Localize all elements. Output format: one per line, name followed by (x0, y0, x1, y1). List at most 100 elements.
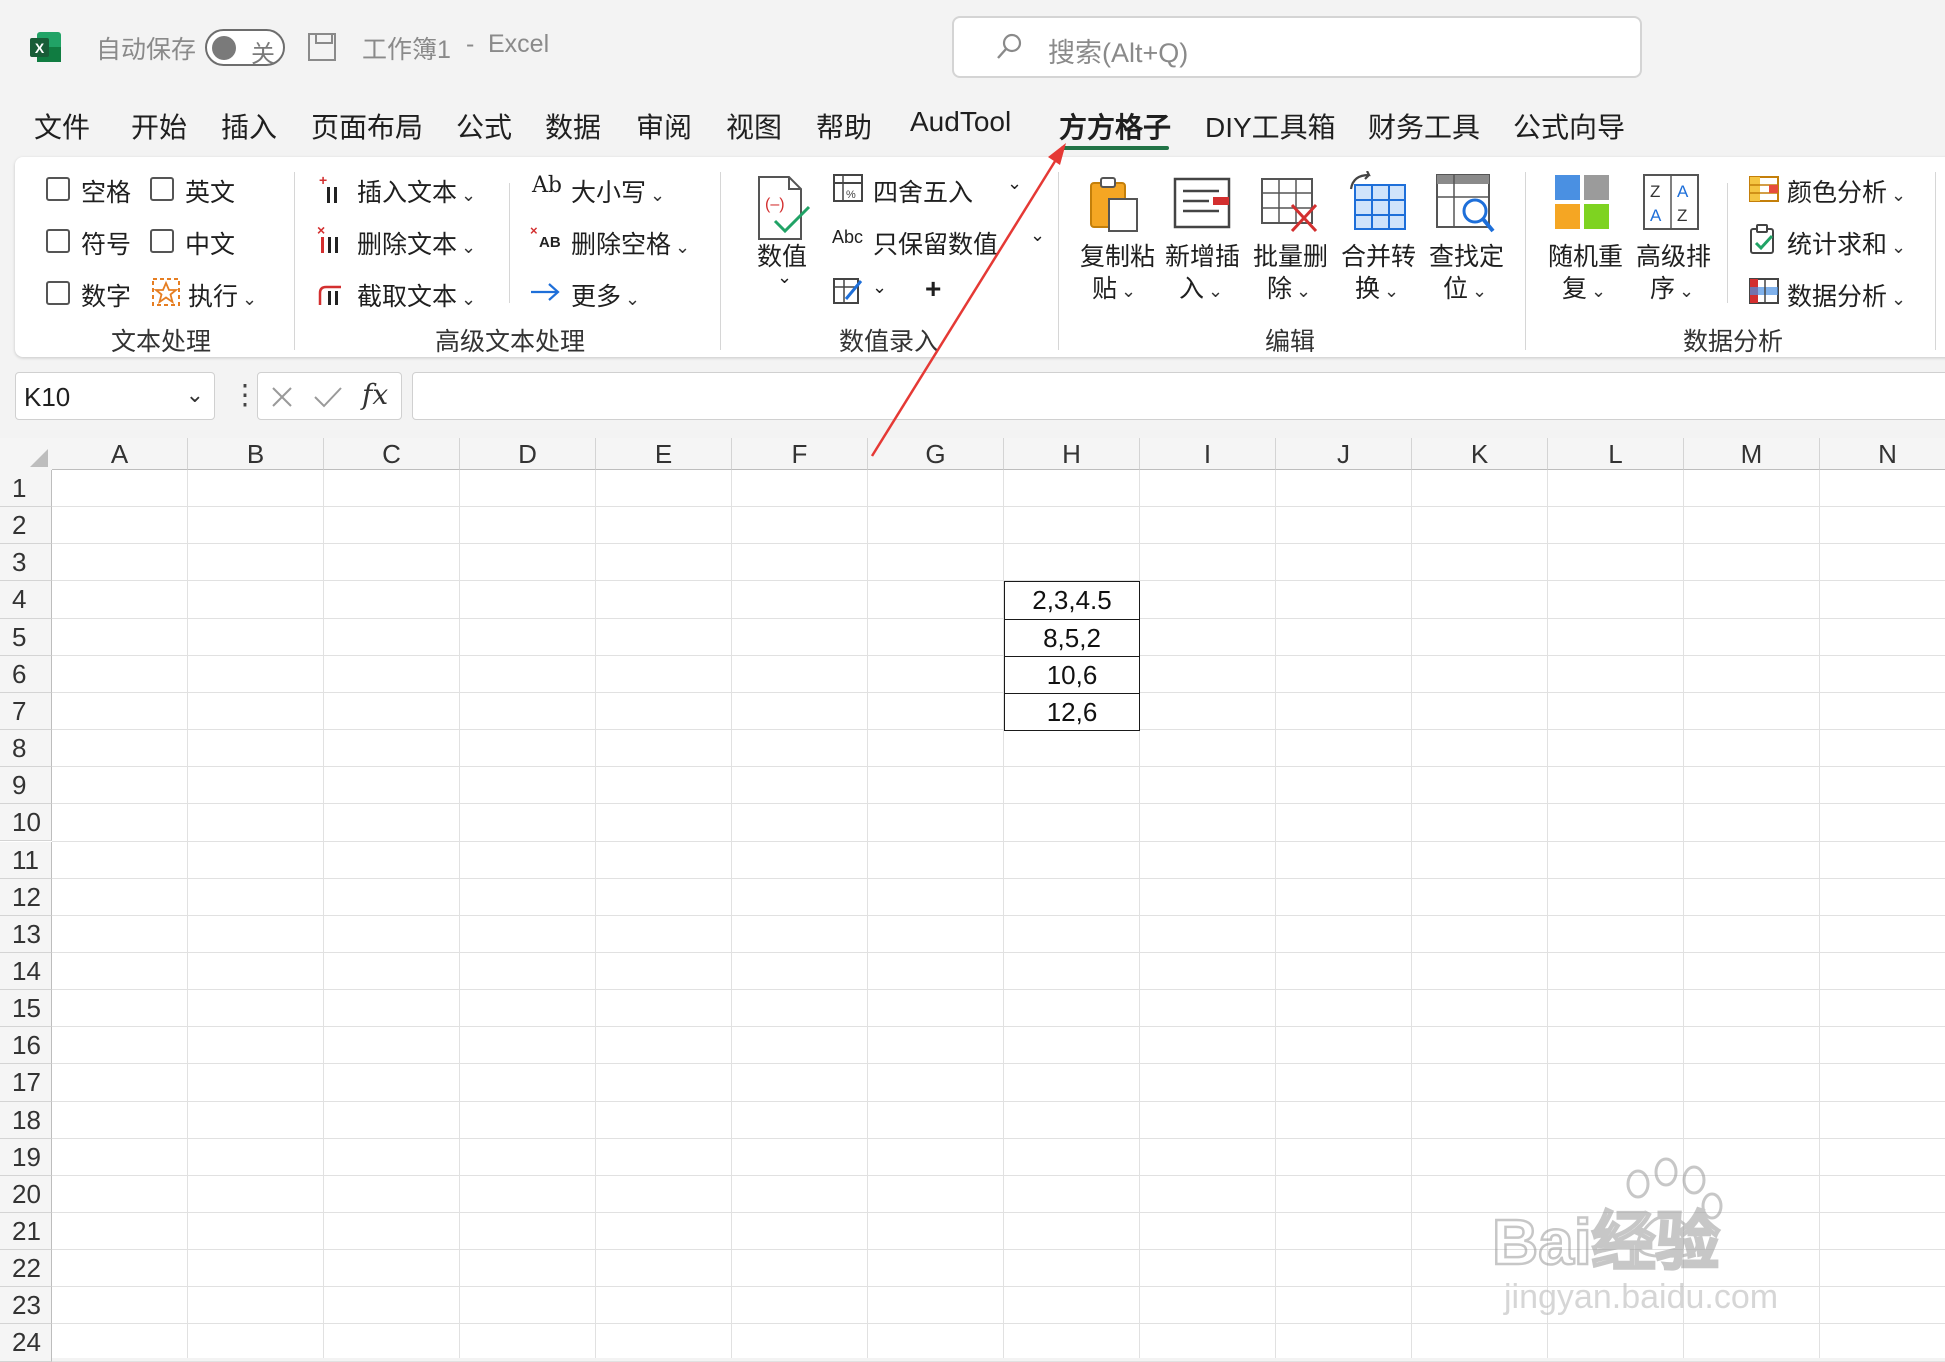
row-header-8[interactable]: 8 (0, 730, 52, 768)
row-header-16[interactable]: 16 (0, 1027, 52, 1065)
extract-text-button[interactable]: 截取文本 ⌄ (357, 277, 476, 313)
tab-review[interactable]: 审阅 (636, 106, 692, 146)
row-header-17[interactable]: 17 (0, 1064, 52, 1102)
column-header-m[interactable]: M (1684, 438, 1820, 470)
copy-paste-button[interactable]: 复制粘 (1080, 237, 1155, 273)
column-header-b[interactable]: B (188, 438, 324, 470)
column-header-l[interactable]: L (1548, 438, 1684, 470)
insert-function-button[interactable]: fx (362, 378, 388, 411)
name-box[interactable]: K10 ⌄ (15, 372, 215, 420)
svg-text:A: A (1677, 182, 1689, 201)
row-header-22[interactable]: 22 (0, 1250, 52, 1288)
advanced-sort-label-2: 序 ⌄ (1650, 269, 1694, 305)
chevron-down-icon: ⌄ (777, 267, 793, 287)
cancel-icon[interactable] (270, 385, 294, 409)
row-header-15[interactable]: 15 (0, 990, 52, 1028)
tab-help[interactable]: 帮助 (816, 106, 872, 146)
column-header-k[interactable]: K (1412, 438, 1548, 470)
row-header-20[interactable]: 20 (0, 1175, 52, 1213)
row-header-12[interactable]: 12 (0, 878, 52, 916)
row-header-14[interactable]: 14 (0, 952, 52, 991)
column-header-j[interactable]: J (1276, 438, 1412, 470)
cell-h5[interactable]: 8,5,2 (1004, 618, 1140, 657)
random-duplicate-button[interactable]: 随机重 (1548, 237, 1623, 273)
autosave-toggle[interactable]: 关 (205, 29, 285, 68)
find-locate-button[interactable]: 查找定 (1429, 237, 1504, 273)
row-header-24[interactable]: 24 (0, 1324, 52, 1362)
merge-convert-button[interactable]: 合并转 (1341, 237, 1416, 273)
checkbox-chinese[interactable] (150, 229, 174, 253)
row-header-7[interactable]: 7 (0, 692, 52, 731)
tab-diy-toolbox[interactable]: DIY工具箱 (1205, 106, 1336, 146)
stat-sum-button[interactable]: 统计求和 ⌄ (1787, 225, 1906, 261)
row-header-11[interactable]: 11 (0, 841, 52, 879)
formula-input[interactable] (412, 372, 1945, 420)
tab-home[interactable]: 开始 (131, 106, 187, 146)
chevron-down-icon[interactable]: ⌄ (1007, 173, 1022, 194)
cell-h6[interactable]: 10,6 (1004, 655, 1140, 694)
round-button[interactable]: 四舍五入 (873, 173, 973, 209)
tab-fangfanggezi[interactable]: 方方格子 (1059, 106, 1171, 146)
row-header-5[interactable]: 5 (0, 618, 52, 656)
case-button[interactable]: 大小写 ⌄ (571, 173, 665, 209)
insert-text-button[interactable]: 插入文本 ⌄ (357, 173, 476, 209)
tab-formula-wizard[interactable]: 公式向导 (1513, 106, 1625, 146)
keep-values-button[interactable]: 只保留数值 (873, 225, 998, 261)
execute-button[interactable]: 执行 ⌄ (188, 277, 257, 313)
plus-icon[interactable]: + (925, 273, 941, 305)
row-header-23[interactable]: 23 (0, 1287, 52, 1325)
insert-rows-button[interactable]: 新增插 (1165, 237, 1240, 273)
batch-delete-button[interactable]: 批量删 (1253, 237, 1328, 273)
row-header-3[interactable]: 3 (0, 544, 52, 582)
row-header-2[interactable]: 2 (0, 507, 52, 545)
chevron-down-icon[interactable]: ⌄ (872, 277, 887, 298)
delete-spaces-button[interactable]: 删除空格 ⌄ (571, 225, 690, 261)
column-header-c[interactable]: C (324, 438, 460, 470)
column-header-g[interactable]: G (868, 438, 1004, 470)
checkbox-number[interactable] (46, 281, 70, 305)
merge-convert-line2: 换 (1355, 275, 1381, 303)
checkbox-symbol[interactable] (46, 229, 70, 253)
tab-audtool[interactable]: AudTool (910, 106, 1011, 138)
color-analysis-button[interactable]: 颜色分析 ⌄ (1787, 173, 1906, 209)
row-header-9[interactable]: 9 (0, 767, 52, 805)
checkbox-space[interactable] (46, 177, 70, 201)
advanced-sort-button[interactable]: 高级排 (1636, 237, 1711, 273)
tab-page-layout[interactable]: 页面布局 (311, 106, 423, 146)
column-header-d[interactable]: D (460, 438, 596, 470)
enter-check-icon[interactable] (313, 385, 343, 409)
tab-insert[interactable]: 插入 (221, 106, 277, 146)
cell-h7[interactable]: 12,6 (1004, 692, 1140, 732)
save-icon[interactable] (308, 33, 336, 61)
more-options-icon[interactable]: ⋮ (231, 378, 259, 411)
grid-line-horizontal (52, 914, 1945, 916)
row-header-18[interactable]: 18 (0, 1101, 52, 1139)
select-all-corner[interactable] (0, 438, 52, 470)
tab-finance-tools[interactable]: 财务工具 (1368, 106, 1480, 146)
column-header-a[interactable]: A (52, 438, 188, 470)
row-header-4[interactable]: 4 (0, 581, 52, 619)
column-header-n[interactable]: N (1820, 438, 1945, 470)
column-header-h[interactable]: H (1004, 438, 1140, 470)
row-header-1[interactable]: 1 (0, 470, 52, 508)
column-header-i[interactable]: I (1140, 438, 1276, 470)
column-header-e[interactable]: E (596, 438, 732, 470)
data-analysis-button[interactable]: 数据分析 ⌄ (1787, 277, 1906, 313)
row-header-21[interactable]: 21 (0, 1213, 52, 1251)
cell-h4[interactable]: 2,3,4.5 (1004, 581, 1140, 620)
row-header-19[interactable]: 19 (0, 1138, 52, 1176)
checkbox-english[interactable] (150, 177, 174, 201)
chevron-down-icon[interactable]: ⌄ (186, 382, 204, 408)
more-button[interactable]: 更多 ⌄ (571, 277, 640, 313)
row-header-10[interactable]: 10 (0, 804, 52, 842)
column-header-f[interactable]: F (732, 438, 868, 470)
delete-text-button[interactable]: 删除文本 ⌄ (357, 225, 476, 261)
tab-file[interactable]: 文件 (34, 106, 90, 146)
row-header-13[interactable]: 13 (0, 915, 52, 953)
row-header-6[interactable]: 6 (0, 655, 52, 693)
tab-view[interactable]: 视图 (726, 106, 782, 146)
tab-formulas[interactable]: 公式 (456, 106, 512, 146)
search-box[interactable]: 搜索(Alt+Q) (952, 16, 1642, 78)
tab-data[interactable]: 数据 (545, 106, 601, 146)
chevron-down-icon[interactable]: ⌄ (1030, 225, 1045, 246)
